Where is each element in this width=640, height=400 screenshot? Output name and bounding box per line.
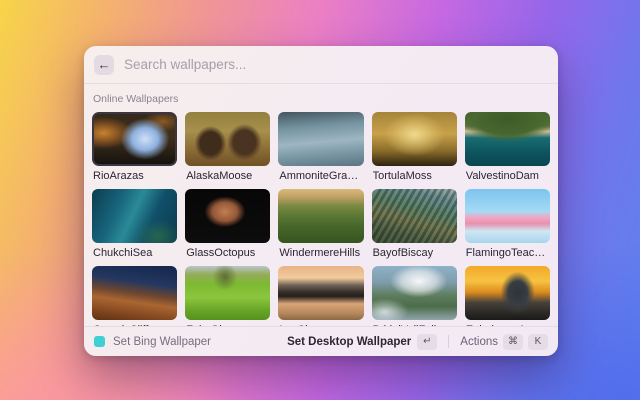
set-desktop-wallpaper-button[interactable]: Set Desktop Wallpaper ↵ [287, 334, 437, 350]
wallpaper-item: FairyGlen [185, 266, 270, 326]
section-title: Online Wallpapers [93, 93, 550, 105]
wallpaper-name: WindermereHills [279, 247, 363, 259]
search-input[interactable] [124, 57, 548, 72]
wallpaper-item: CosmicCliffs [92, 266, 177, 326]
wallpaper-item: ChukchiSea [92, 189, 177, 259]
wallpaper-thumbnail[interactable] [92, 112, 177, 166]
return-key-icon: ↵ [417, 334, 437, 350]
footer-bar: Set Bing Wallpaper Set Desktop Wallpaper… [84, 326, 558, 356]
wallpaper-item: BridalVeilFalls [372, 266, 457, 326]
wallpaper-thumbnail[interactable] [372, 189, 457, 243]
wallpaper-thumbnail[interactable] [92, 266, 177, 320]
extension-label: Set Bing Wallpaper [113, 336, 211, 348]
wallpaper-item: RioArazas [92, 112, 177, 182]
wallpaper-thumbnail[interactable] [465, 189, 550, 243]
wallpaper-grid: RioArazas AlaskaMoose AmmoniteGraveyard Tor… [92, 112, 550, 326]
wallpaper-name: AmmoniteGraveyard [279, 170, 363, 182]
wallpaper-name: ChukchiSea [93, 247, 177, 259]
wallpaper-name: BayofBiscay [373, 247, 457, 259]
wallpaper-name: RioArazas [93, 170, 177, 182]
results-area: Online Wallpapers RioArazas AlaskaMoose Am… [84, 84, 558, 326]
wallpaper-thumbnail[interactable] [465, 266, 550, 320]
back-arrow-icon: ← [98, 57, 111, 72]
wallpaper-thumbnail[interactable] [372, 112, 457, 166]
wallpaper-item: WindermereHills [278, 189, 363, 259]
desktop-background: { "window": { "search": { "placeholder":… [0, 0, 640, 400]
back-button[interactable]: ← [94, 55, 114, 75]
wallpaper-thumbnail[interactable] [278, 112, 363, 166]
wallpaper-name: AlaskaMoose [186, 170, 270, 182]
wallpaper-name: ValvestinoDam [466, 170, 550, 182]
wallpaper-thumbnail[interactable] [92, 189, 177, 243]
wallpaper-item: AmmoniteGraveyard [278, 112, 363, 182]
actions-button[interactable]: Actions ⌘ K [460, 334, 548, 350]
footer-divider [448, 335, 449, 348]
wallpaper-item: LacChesserys [278, 266, 363, 326]
wallpaper-name: GlassOctopus [186, 247, 270, 259]
wallpaper-item: ValvestinoDam [465, 112, 550, 182]
wallpaper-item: FlamingoTeacher [465, 189, 550, 259]
wallpaper-thumbnail[interactable] [278, 266, 363, 320]
wallpaper-item: AlaskaMoose [185, 112, 270, 182]
wallpaper-name: FlamingoTeacher [466, 247, 550, 259]
primary-action-label: Set Desktop Wallpaper [287, 336, 411, 348]
wallpaper-thumbnail[interactable] [278, 189, 363, 243]
wallpaper-thumbnail[interactable] [372, 266, 457, 320]
wallpaper-thumbnail[interactable] [185, 266, 270, 320]
wallpaper-item: EubalaenaAustralis [465, 266, 550, 326]
command-key-icon: ⌘ [503, 334, 523, 350]
wallpaper-item: GlassOctopus [185, 189, 270, 259]
actions-label: Actions [460, 336, 498, 348]
wallpaper-item: BayofBiscay [372, 189, 457, 259]
k-key-icon: K [528, 334, 548, 350]
extension-icon [94, 336, 105, 347]
wallpaper-search-window: ← Online Wallpapers RioArazas AlaskaMoose… [84, 46, 558, 356]
wallpaper-name: TortulaMoss [373, 170, 457, 182]
wallpaper-thumbnail[interactable] [185, 189, 270, 243]
wallpaper-thumbnail[interactable] [465, 112, 550, 166]
wallpaper-item: TortulaMoss [372, 112, 457, 182]
wallpaper-thumbnail[interactable] [185, 112, 270, 166]
search-bar: ← [84, 46, 558, 84]
